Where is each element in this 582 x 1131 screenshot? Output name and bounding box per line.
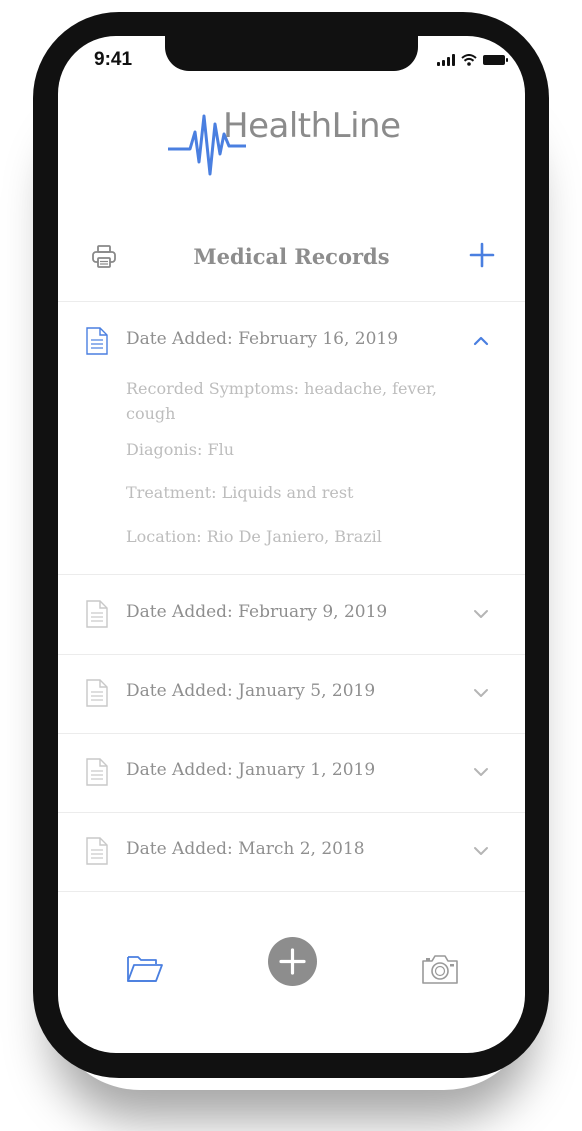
folder-icon[interactable] [126,952,164,984]
document-icon [86,758,108,786]
document-icon [86,327,108,355]
add-record-icon[interactable] [469,242,495,268]
record-treatment: Treatment: Liquids and rest [126,483,354,502]
document-icon [86,837,108,865]
record-symptoms: Recorded Symptoms: headache, fever, coug… [126,379,438,423]
record-header[interactable]: Date Added: February 9, 2019 [58,575,525,655]
record-date: Date Added: February 16, 2019 [126,329,399,349]
status-icons [437,54,508,66]
app-screen: 9:41 HealthLine Medical Records Date Add… [58,36,525,1053]
wifi-icon [461,54,477,66]
app-logo: HealthLine [168,104,418,184]
record-header[interactable]: Date Added: March 2, 2018 [58,812,525,892]
document-icon [86,600,108,628]
status-time: 9:41 [94,49,133,70]
tab-bar [58,904,525,1053]
record-date: Date Added: January 5, 2019 [126,681,376,701]
cellular-signal-icon [437,54,455,66]
record-item[interactable]: Date Added: January 1, 2019 [58,733,525,813]
record-location: Location: Rio De Janiero, Brazil [126,527,382,546]
add-button[interactable] [268,937,317,986]
record-header[interactable]: Date Added: January 1, 2019 [58,733,525,813]
app-name: HealthLine [223,106,401,146]
record-item[interactable]: Date Added: January 5, 2019 [58,654,525,734]
camera-icon[interactable] [420,952,460,986]
record-item[interactable]: Date Added: February 9, 2019 [58,575,525,655]
records-header: Medical Records [58,226,525,302]
add-icon [279,948,306,975]
record-diagnosis: Diagonis: Flu [126,440,234,459]
chevron-down-icon[interactable] [473,846,489,856]
record-header[interactable]: Date Added: February 16, 2019 [58,302,525,382]
record-date: Date Added: January 1, 2019 [126,760,376,780]
chevron-up-icon[interactable] [473,336,489,346]
record-header[interactable]: Date Added: January 5, 2019 [58,654,525,734]
chevron-down-icon[interactable] [473,609,489,619]
record-date: Date Added: March 2, 2018 [126,839,365,859]
chevron-down-icon[interactable] [473,688,489,698]
chevron-down-icon[interactable] [473,767,489,777]
battery-icon [483,55,508,65]
document-icon [86,679,108,707]
record-item[interactable]: Date Added: March 2, 2018 [58,812,525,892]
record-date: Date Added: February 9, 2019 [126,602,388,622]
record-item: Date Added: February 16, 2019 Recorded S… [58,302,525,575]
device-notch [165,36,418,71]
page-title: Medical Records [193,244,390,269]
